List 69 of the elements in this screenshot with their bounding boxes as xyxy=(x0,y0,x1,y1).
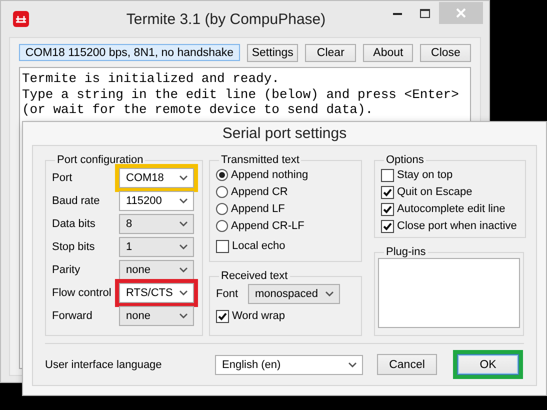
toolbar-button[interactable]: Close xyxy=(420,44,471,62)
checkbox[interactable] xyxy=(216,240,229,252)
dropdown[interactable]: RTS/CTS xyxy=(119,282,194,302)
field-label: Data bits xyxy=(52,218,96,230)
group-title: Transmitted text xyxy=(220,154,300,166)
chevron-icon xyxy=(179,290,188,296)
chevron-icon xyxy=(179,220,188,226)
chevron-icon xyxy=(179,312,188,318)
dropdown[interactable]: English (en) xyxy=(215,354,363,374)
app-logo-icon xyxy=(13,11,29,27)
terminal-line: Termite is initialized and ready. xyxy=(22,71,280,86)
toolbar-button[interactable]: Settings xyxy=(246,44,298,62)
radio-button[interactable] xyxy=(216,186,228,198)
close-icon xyxy=(456,8,466,18)
dropdown[interactable]: none xyxy=(119,306,194,326)
chevron-icon xyxy=(179,198,188,204)
dropdown[interactable]: COM18 xyxy=(119,168,194,188)
dropdown[interactable]: none xyxy=(119,260,194,280)
field-label: Parity xyxy=(52,264,82,276)
checkbox[interactable] xyxy=(381,186,394,198)
toolbar-button[interactable]: Clear xyxy=(305,44,356,62)
chevron-icon xyxy=(348,362,357,368)
dropdown[interactable]: monospaced xyxy=(248,284,340,304)
dropdown[interactable]: 115200 xyxy=(119,190,194,210)
dropdown[interactable]: 8 xyxy=(119,214,194,234)
dialog-button[interactable]: OK xyxy=(457,354,519,375)
field-label: Flow control xyxy=(52,286,112,298)
chevron-icon xyxy=(179,244,188,250)
radio-label: Append CR-LF xyxy=(231,220,304,232)
checkmark-icon xyxy=(218,312,227,320)
checkbox[interactable] xyxy=(381,220,394,232)
checkbox-label: Local echo xyxy=(232,240,286,252)
checkbox[interactable] xyxy=(216,310,229,322)
group-title: Options xyxy=(385,154,425,166)
checkbox-label: Close port when inactive xyxy=(397,220,517,232)
group-title: Port configuration xyxy=(56,154,144,166)
terminal-line: Type a string in the edit line (below) and press <Enter> xyxy=(22,86,460,102)
group-title: Received text xyxy=(220,270,289,282)
maximize-icon xyxy=(420,8,430,18)
field-label: Font xyxy=(216,288,240,300)
chevron-icon xyxy=(179,174,188,180)
toolbar-button[interactable]: About xyxy=(362,44,414,62)
checkbox-label: Quit on Escape xyxy=(397,186,472,198)
window-title: Termite 3.1 (by CompuPhase) xyxy=(125,10,327,28)
radio-label: Append LF xyxy=(231,203,285,215)
chevron-icon xyxy=(325,290,334,296)
checkbox-label: Word wrap xyxy=(232,310,285,322)
radio-button[interactable] xyxy=(216,169,228,181)
field-label: User interface language xyxy=(45,358,163,370)
minimize-icon xyxy=(392,12,402,14)
dialog-title: Serial port settings xyxy=(221,124,348,144)
radio-button[interactable] xyxy=(216,220,228,232)
radio-label: Append CR xyxy=(231,186,288,198)
radio-label: Append nothing xyxy=(231,169,308,181)
group-title: Plug-ins xyxy=(385,246,427,258)
chevron-icon xyxy=(179,266,188,272)
dropdown[interactable]: 1 xyxy=(119,236,194,256)
checkbox[interactable] xyxy=(381,202,394,216)
field-label: Port xyxy=(52,172,74,184)
checkbox-label: Autocomplete edit line xyxy=(397,203,506,215)
field-label: Stop bits xyxy=(52,240,96,252)
field-label: Baud rate xyxy=(52,194,101,206)
radio-button[interactable] xyxy=(216,203,228,215)
checkbox[interactable] xyxy=(381,168,394,182)
dialog-button[interactable]: Cancel xyxy=(377,354,437,375)
checkbox-label: Stay on top xyxy=(397,169,453,181)
field-label: Forward xyxy=(52,310,94,322)
connection-status-button[interactable]: COM18 115200 bps, 8N1, no handshake xyxy=(19,44,240,61)
terminal-line: (or wait for the remote device to send data). xyxy=(22,102,374,118)
